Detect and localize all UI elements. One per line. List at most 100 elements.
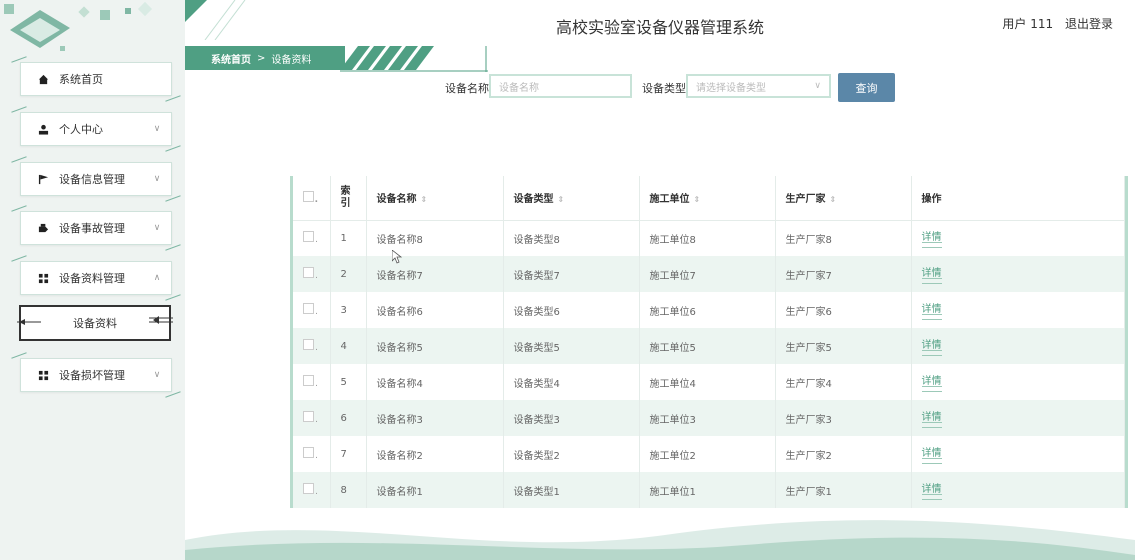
detail-link[interactable]: 详情 bbox=[921, 264, 942, 284]
breadcrumb-home[interactable]: 系统首页 bbox=[211, 51, 251, 66]
column-header-maker[interactable]: 生产厂家 ⇕ bbox=[775, 176, 912, 221]
type-label: 设备类型 bbox=[642, 82, 686, 95]
table-row: 6 设备名称3 设备类型3 施工单位3 生产厂家3 详情 bbox=[293, 400, 1125, 436]
sidebar-item-damage[interactable]: 设备损坏管理 ∨ bbox=[20, 358, 172, 392]
name-cell: 设备名称5 bbox=[366, 328, 504, 364]
checkbox[interactable] bbox=[303, 303, 318, 317]
sidebar-item-label: 设备信息管理 bbox=[59, 173, 125, 186]
subitem-label: 设备资料 bbox=[73, 317, 117, 330]
checkbox-cell[interactable] bbox=[293, 256, 331, 292]
ops-cell: 详情 bbox=[911, 220, 1125, 256]
name-cell: 设备名称3 bbox=[366, 400, 504, 436]
table-row: 1 设备名称8 设备类型8 施工单位8 生产厂家8 详情 bbox=[293, 220, 1125, 256]
type-select[interactable]: 请选择设备类型 ∨ bbox=[686, 74, 831, 98]
bottom-wave-decoration bbox=[185, 520, 1135, 560]
maker-cell: 生产厂家3 bbox=[775, 400, 912, 436]
name-cell: 设备名称7 bbox=[366, 256, 504, 292]
checkbox-cell[interactable] bbox=[293, 436, 331, 472]
index-cell: 2 bbox=[330, 256, 367, 292]
column-header-index: 索引 bbox=[330, 176, 367, 221]
checkbox-cell[interactable] bbox=[293, 328, 331, 364]
type-cell: 设备类型7 bbox=[503, 256, 640, 292]
name-placeholder: 设备名称 bbox=[499, 82, 539, 94]
checkbox[interactable] bbox=[303, 339, 318, 353]
data-table: 索引 设备名称 ⇕ 设备类型 ⇕ 施工单位 ⇕ 生产厂家 ⇕ 操作 1 设备名称8 设备… bbox=[290, 176, 1128, 508]
tag-icon bbox=[37, 222, 49, 234]
type-cell: 设备类型6 bbox=[503, 292, 640, 328]
sidebar-item-label: 系统首页 bbox=[59, 73, 103, 86]
checkbox[interactable] bbox=[303, 447, 318, 461]
mouse-cursor-icon bbox=[392, 250, 402, 264]
name-cell: 设备名称6 bbox=[366, 292, 504, 328]
checkbox[interactable] bbox=[303, 375, 318, 389]
sidebar-item-label: 个人中心 bbox=[59, 123, 103, 136]
user-name: 用户 111 bbox=[1002, 17, 1054, 31]
header-label: 设备类型 bbox=[513, 194, 554, 206]
checkbox[interactable] bbox=[303, 411, 318, 425]
table-header-row: 索引 设备名称 ⇕ 设备类型 ⇕ 施工单位 ⇕ 生产厂家 ⇕ 操作 bbox=[293, 176, 1125, 221]
detail-link[interactable]: 详情 bbox=[921, 408, 942, 428]
arrow-right-decoration-icon bbox=[149, 316, 173, 324]
sidebar-item-equipment-info[interactable]: 设备信息管理 ∨ bbox=[20, 162, 172, 196]
sidebar-item-home[interactable]: 系统首页 bbox=[20, 62, 172, 96]
checkbox[interactable] bbox=[303, 231, 318, 245]
type-cell: 设备类型5 bbox=[503, 328, 640, 364]
sort-icon[interactable]: ⇕ bbox=[421, 195, 428, 204]
sidebar-item-accident[interactable]: 设备事故管理 ∨ bbox=[20, 211, 172, 245]
checkbox-cell[interactable] bbox=[293, 220, 331, 256]
type-cell: 设备类型3 bbox=[503, 400, 640, 436]
index-cell: 1 bbox=[330, 220, 367, 256]
sort-icon[interactable]: ⇕ bbox=[558, 195, 565, 204]
user-icon bbox=[37, 123, 49, 135]
column-header-name[interactable]: 设备名称 ⇕ bbox=[366, 176, 504, 221]
detail-link[interactable]: 详情 bbox=[921, 444, 942, 464]
ops-cell: 详情 bbox=[911, 256, 1125, 292]
sidebar-subitem-equipment-docs[interactable]: 设备资料 bbox=[17, 305, 173, 341]
sidebar-item-label: 设备事故管理 bbox=[59, 222, 125, 235]
decoration-squares bbox=[4, 1, 153, 51]
unit-cell: 施工单位8 bbox=[639, 220, 776, 256]
sort-icon[interactable]: ⇕ bbox=[830, 195, 837, 204]
ops-cell: 详情 bbox=[911, 328, 1125, 364]
checkbox[interactable] bbox=[303, 267, 318, 281]
sidebar-item-equipment-docs[interactable]: 设备资料管理 ∧ bbox=[20, 261, 172, 295]
chevron-down-icon: ∨ bbox=[153, 174, 161, 184]
search-button[interactable]: 查询 bbox=[838, 73, 895, 102]
select-all-checkbox-cell[interactable] bbox=[293, 176, 331, 221]
breadcrumb: 系统首页 > 设备资料 bbox=[185, 46, 345, 70]
maker-cell: 生产厂家5 bbox=[775, 328, 912, 364]
detail-link[interactable]: 详情 bbox=[921, 372, 942, 392]
header-label: 设备名称 bbox=[376, 194, 417, 206]
ops-cell: 详情 bbox=[911, 436, 1125, 472]
detail-link[interactable]: 详情 bbox=[921, 480, 942, 500]
maker-cell: 生产厂家4 bbox=[775, 364, 912, 400]
column-header-type[interactable]: 设备类型 ⇕ bbox=[503, 176, 640, 221]
name-label: 设备名称 bbox=[445, 82, 489, 95]
chevron-up-icon: ∧ bbox=[153, 273, 161, 283]
column-header-ops: 操作 bbox=[911, 176, 1125, 221]
sort-icon[interactable]: ⇕ bbox=[694, 195, 701, 204]
type-cell: 设备类型8 bbox=[503, 220, 640, 256]
unit-cell: 施工单位5 bbox=[639, 328, 776, 364]
logout-link[interactable]: 退出登录 bbox=[1065, 17, 1113, 31]
page-title: 高校实验室设备仪器管理系统 bbox=[555, 18, 764, 37]
checkbox[interactable] bbox=[303, 483, 318, 497]
maker-cell: 生产厂家6 bbox=[775, 292, 912, 328]
checkbox[interactable] bbox=[303, 190, 318, 205]
checkbox-cell[interactable] bbox=[293, 292, 331, 328]
sidebar-item-personal-center[interactable]: 个人中心 ∨ bbox=[20, 112, 172, 146]
detail-link[interactable]: 详情 bbox=[921, 336, 942, 356]
index-cell: 6 bbox=[330, 400, 367, 436]
name-cell: 设备名称8 bbox=[366, 220, 504, 256]
column-header-unit[interactable]: 施工单位 ⇕ bbox=[639, 176, 776, 221]
grid-icon bbox=[37, 272, 49, 284]
maker-cell: 生产厂家2 bbox=[775, 436, 912, 472]
name-search-input[interactable]: 设备名称 bbox=[489, 74, 632, 98]
checkbox-cell[interactable] bbox=[293, 400, 331, 436]
checkbox-cell[interactable] bbox=[293, 364, 331, 400]
type-placeholder: 请选择设备类型 bbox=[696, 82, 766, 94]
detail-link[interactable]: 详情 bbox=[921, 228, 942, 249]
table-row: 5 设备名称4 设备类型4 施工单位4 生产厂家4 详情 bbox=[293, 364, 1125, 400]
detail-link[interactable]: 详情 bbox=[921, 300, 942, 320]
header-label: 操作 bbox=[921, 194, 942, 206]
